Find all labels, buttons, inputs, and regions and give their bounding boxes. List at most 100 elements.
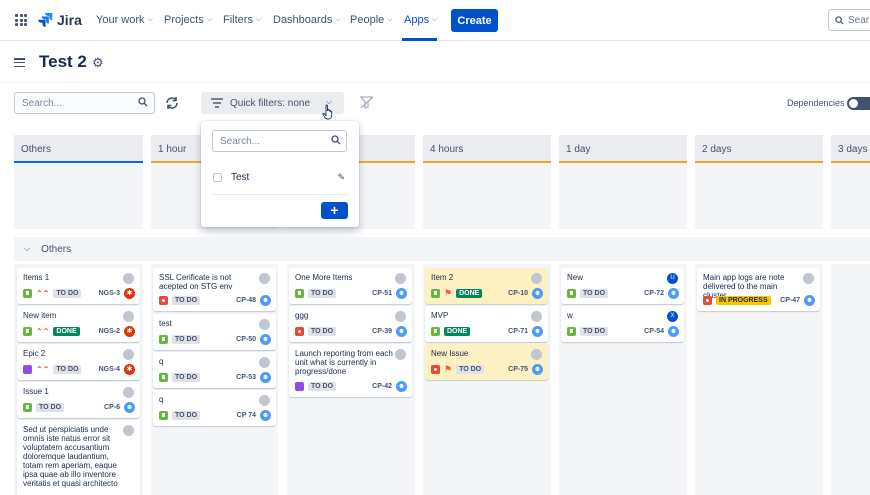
- avatar[interactable]: [395, 311, 406, 322]
- app-switcher-icon[interactable]: [15, 14, 27, 26]
- nav-dashboards[interactable]: Dashboards ⌵: [273, 14, 341, 26]
- avatar[interactable]: U: [667, 273, 678, 284]
- swimlane-header-others[interactable]: ⌵ Others: [14, 237, 870, 261]
- dependencies-label: Dependencies: [787, 98, 845, 108]
- issue-key[interactable]: CP-72: [644, 290, 664, 297]
- issue-card[interactable]: New item ⌃⌃ DONE NGS-2 ✱: [17, 306, 140, 342]
- avatar[interactable]: [259, 319, 270, 330]
- issue-key[interactable]: NGS-2: [99, 328, 120, 335]
- nav-label: Apps: [404, 14, 430, 26]
- sidebar-toggle-icon[interactable]: [14, 58, 25, 67]
- issue-card[interactable]: q TO DO CP 74 ☻: [153, 390, 276, 426]
- avatar[interactable]: [531, 273, 542, 284]
- avatar[interactable]: [123, 425, 134, 436]
- global-search-placeholder: Sear: [848, 14, 870, 26]
- issue-card[interactable]: SSL Cerificate is not acepted on STG env…: [153, 268, 276, 311]
- avatar[interactable]: [259, 273, 270, 284]
- avatar-icon: ☻: [532, 288, 543, 299]
- avatar[interactable]: [531, 349, 542, 360]
- issue-card[interactable]: Main app logs are note delivered to the …: [697, 268, 820, 311]
- story-icon: [431, 327, 440, 336]
- column-header-2-days[interactable]: 2 days: [695, 135, 823, 163]
- issue-card[interactable]: ggg TO DO CP-39 ☻: [289, 306, 412, 342]
- issue-card[interactable]: MVP DONE CP-71 ☻: [425, 306, 548, 342]
- nav-apps[interactable]: Apps ⌵: [404, 14, 437, 26]
- quick-filter-label: Test: [231, 172, 250, 183]
- issue-key[interactable]: CP-75: [508, 366, 528, 373]
- issue-card[interactable]: q TO DO CP-53 ☻: [153, 352, 276, 388]
- quick-filter-item-test[interactable]: Test ✎: [213, 172, 345, 183]
- issue-card-flagged[interactable]: Item 2 ⚑ DONE CP-10 ☻: [425, 268, 548, 304]
- issue-key[interactable]: CP 74: [237, 412, 256, 419]
- pencil-icon[interactable]: ✎: [337, 172, 345, 183]
- epic-icon: [295, 382, 304, 391]
- issue-key[interactable]: CP-50: [236, 336, 256, 343]
- issue-key[interactable]: CP-39: [372, 328, 392, 335]
- quick-filter-search-input[interactable]: Search...: [212, 130, 347, 152]
- avatar[interactable]: [123, 273, 134, 284]
- issue-card[interactable]: One More Items TO DO CP-51 ☻: [289, 268, 412, 304]
- avatar[interactable]: X: [667, 311, 678, 322]
- issue-card[interactable]: test TO DO CP-50 ☻: [153, 314, 276, 350]
- avatar[interactable]: [123, 311, 134, 322]
- issue-key[interactable]: CP-47: [780, 297, 800, 304]
- issue-key[interactable]: CP-10: [508, 290, 528, 297]
- card-summary: q: [159, 357, 164, 366]
- swimlane-label: Others: [41, 243, 72, 255]
- divider: [211, 194, 349, 195]
- avatar[interactable]: [395, 349, 406, 360]
- avatar[interactable]: [259, 395, 270, 406]
- issue-key[interactable]: NGS-3: [99, 290, 120, 297]
- avatar-icon: ☻: [804, 295, 815, 306]
- issue-card[interactable]: Epic 2 ⌃⌃ TO DO NGS-4 ✱: [17, 344, 140, 380]
- checkbox[interactable]: [213, 173, 222, 182]
- avatar-icon: ☻: [532, 364, 543, 375]
- issue-key[interactable]: CP-42: [372, 383, 392, 390]
- dependencies-toggle[interactable]: [847, 97, 870, 110]
- global-search-input[interactable]: Sear: [828, 9, 870, 31]
- issue-key[interactable]: CP-48: [236, 297, 256, 304]
- issue-key[interactable]: CP-51: [372, 290, 392, 297]
- bug-icon: [703, 296, 712, 305]
- clear-filter-icon[interactable]: [360, 96, 374, 109]
- issue-key[interactable]: NGS-4: [99, 366, 120, 373]
- nav-people[interactable]: People ⌵: [350, 14, 393, 26]
- status-badge: TO DO: [580, 289, 609, 298]
- story-icon: [23, 327, 32, 336]
- avatar[interactable]: [123, 349, 134, 360]
- issue-card[interactable]: Sed ut perspiciatis unde omnis iste natu…: [17, 420, 140, 495]
- create-button[interactable]: Create: [451, 9, 498, 32]
- issue-key[interactable]: CP-71: [508, 328, 528, 335]
- issue-card-flagged[interactable]: New Issue ⚑ TO DO CP-75 ☻: [425, 344, 548, 380]
- issue-card[interactable]: Issue 1 TO DO CP-6 ☻: [17, 382, 140, 418]
- avatar[interactable]: [123, 387, 134, 398]
- issue-card[interactable]: w X TO DO CP-54 ☻: [561, 306, 684, 342]
- issue-key[interactable]: CP-53: [236, 374, 256, 381]
- refresh-icon[interactable]: [164, 95, 180, 111]
- board-search-placeholder: Search...: [22, 97, 63, 109]
- avatar[interactable]: [803, 273, 814, 284]
- nav-filters[interactable]: Filters ⌵: [223, 14, 261, 26]
- gear-icon[interactable]: ⚙: [92, 55, 104, 71]
- avatar-icon: ✱: [124, 364, 135, 375]
- column-header-1-day[interactable]: 1 day: [559, 135, 687, 163]
- issue-card[interactable]: Launch reporting from each unit what is …: [289, 344, 412, 397]
- nav-your-work[interactable]: Your work ⌵: [96, 14, 153, 26]
- avatar[interactable]: [531, 311, 542, 322]
- add-quick-filter-button[interactable]: +: [321, 202, 348, 219]
- status-badge: TO DO: [308, 289, 337, 298]
- issue-key[interactable]: CP-6: [104, 404, 120, 411]
- nav-projects[interactable]: Projects ⌵: [164, 14, 212, 26]
- column-header-3-days[interactable]: 3 days: [831, 135, 870, 163]
- jira-logo[interactable]: Jira: [37, 12, 82, 28]
- avatar[interactable]: [395, 273, 406, 284]
- flag-icon: ⚑: [444, 288, 453, 298]
- column-header-4-hours[interactable]: 4 hours: [423, 135, 551, 163]
- issue-card[interactable]: Items 1 ⌃⌃ TO DO NGS-3 ✱: [17, 268, 140, 304]
- issue-key[interactable]: CP-54: [644, 328, 664, 335]
- board-search-input[interactable]: Search...: [14, 92, 155, 114]
- issue-card[interactable]: New U TO DO CP-72 ☻: [561, 268, 684, 304]
- status-badge: DONE: [456, 289, 483, 298]
- avatar[interactable]: [259, 357, 270, 368]
- column-header-others[interactable]: Others: [14, 135, 143, 163]
